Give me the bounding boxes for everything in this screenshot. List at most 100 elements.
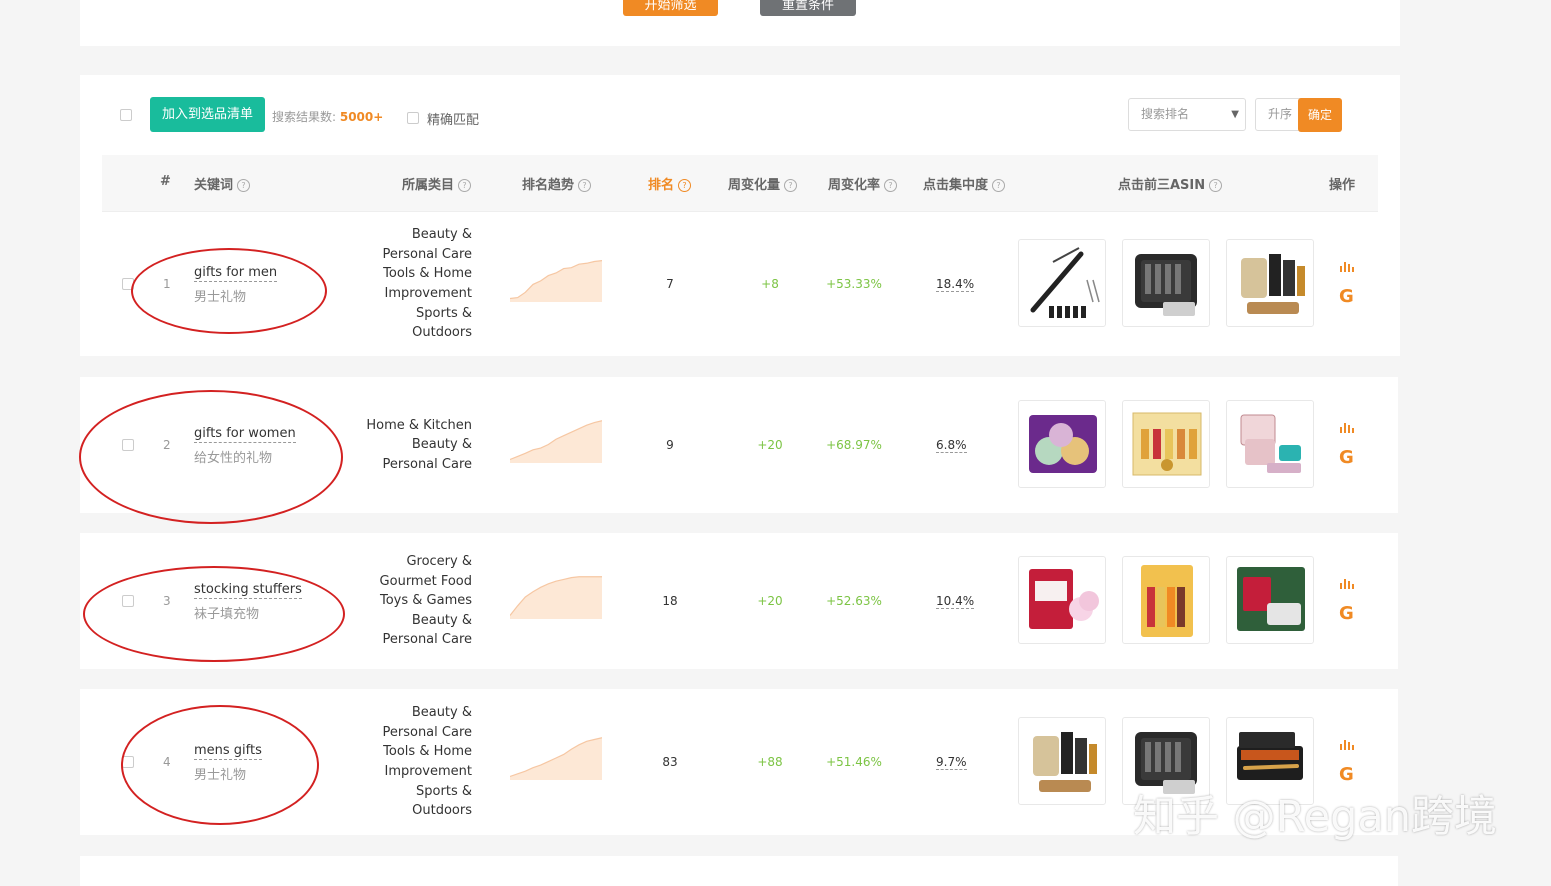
header-week-rate-label: 周变化率 — [828, 178, 881, 193]
asin-thumbnail[interactable] — [1018, 400, 1106, 488]
asin-thumbnail[interactable] — [1122, 239, 1210, 327]
header-num: # — [160, 174, 171, 189]
help-icon[interactable]: ? — [678, 179, 692, 192]
asin-thumbnail[interactable] — [1122, 400, 1210, 488]
sort-field-value: 搜索排名 — [1141, 107, 1190, 121]
google-search-icon[interactable]: G — [1339, 447, 1354, 468]
category-list: Home & Kitchen Beauty & Personal Care — [366, 416, 472, 475]
header-top3-asin-label: 点击前三ASIN — [1118, 178, 1206, 193]
help-icon[interactable]: ? — [458, 179, 472, 192]
category-line: Personal Care — [382, 632, 473, 648]
exact-match-label: 精确匹配 — [427, 113, 480, 128]
watermark: 知乎 @Regan跨境 — [1133, 792, 1497, 842]
bar-chart-icon[interactable] — [1339, 260, 1355, 272]
header-rank[interactable]: 排名? — [648, 174, 692, 193]
annotation-circle — [83, 566, 345, 662]
survival-kit-image — [1135, 254, 1197, 316]
category-line: Tools & Home — [383, 744, 472, 760]
rank-trend-sparkline — [510, 737, 602, 780]
start-filter-button[interactable]: 开始筛选 — [623, 0, 718, 16]
confirm-button[interactable]: 确定 — [1298, 98, 1342, 132]
asin-thumbnail[interactable] — [1226, 239, 1314, 327]
header-top3-asin[interactable]: 点击前三ASIN? — [1118, 174, 1223, 193]
beard-grooming-kit-image — [1241, 254, 1305, 314]
category-line: Sports & — [416, 783, 472, 799]
annotation-circle — [131, 248, 327, 334]
category-line: Outdoors — [412, 803, 472, 819]
header-week-change[interactable]: 周变化量? — [728, 174, 798, 193]
week-rate-value: +53.33% — [826, 277, 882, 291]
asin-thumbnail[interactable] — [1226, 556, 1314, 644]
rank-value: 18 — [662, 594, 678, 608]
beard-grooming-kit-image — [1033, 732, 1097, 792]
header-keyword[interactable]: 关键词? — [194, 174, 251, 193]
category-line: Grocery & — [406, 554, 472, 569]
annotation-circle — [121, 705, 319, 825]
next-row-partial — [80, 856, 1398, 886]
category-list: Grocery & Gourmet Food Toys & Games Beauty … — [380, 552, 472, 650]
header-rank-label: 排名 — [648, 178, 675, 193]
header-category[interactable]: 所属类目? — [402, 174, 472, 193]
sort-field-select[interactable]: 搜索排名 ▼ — [1128, 98, 1246, 131]
category-list: Beauty & Personal Care Tools & Home Improve… — [383, 703, 473, 821]
bath-bomb-gift-set-image — [1029, 415, 1097, 473]
asin-thumbnail[interactable] — [1018, 239, 1106, 327]
click-concentration-value[interactable]: 18.4% — [936, 277, 975, 292]
header-click-concentration-label: 点击集中度 — [923, 178, 989, 193]
asin-thumbnail[interactable] — [1226, 400, 1314, 488]
help-icon[interactable]: ? — [1209, 179, 1223, 192]
rank-value: 7 — [666, 277, 674, 291]
category-line: Gourmet Food — [379, 573, 472, 589]
rank-value: 9 — [666, 438, 674, 452]
google-search-icon[interactable]: G — [1339, 286, 1354, 307]
multi-tool-pen-image — [1030, 247, 1100, 318]
bar-chart-icon[interactable] — [1339, 421, 1355, 433]
annotation-circle — [79, 390, 343, 524]
select-all-checkbox[interactable] — [120, 109, 132, 121]
header-week-change-label: 周变化量 — [728, 178, 781, 193]
week-change-value: +88 — [757, 755, 783, 769]
burts-bees-gift-box-image — [1132, 412, 1202, 476]
click-concentration-value[interactable]: 10.4% — [936, 594, 975, 609]
help-icon[interactable]: ? — [578, 179, 592, 192]
category-line: Beauty & — [411, 612, 472, 628]
week-rate-value: +52.63% — [826, 594, 882, 608]
category-line: Personal Care — [382, 246, 473, 262]
cosmetic-organizer-image — [1240, 414, 1301, 473]
chevron-down-icon: ▼ — [1231, 109, 1239, 120]
bar-chart-icon[interactable] — [1339, 738, 1355, 750]
category-line: Outdoors — [412, 325, 472, 341]
exact-match-checkbox[interactable] — [407, 112, 419, 124]
week-rate-value: +51.46% — [826, 755, 882, 769]
week-change-value: +20 — [757, 438, 783, 452]
header-keyword-label: 关键词 — [194, 178, 234, 193]
result-count-value: 5000+ — [339, 110, 384, 124]
help-icon[interactable]: ? — [784, 179, 798, 192]
header-week-rate[interactable]: 周变化率? — [828, 174, 898, 193]
click-concentration-value[interactable]: 6.8% — [936, 438, 967, 453]
click-concentration-value[interactable]: 9.7% — [936, 755, 967, 770]
category-line: Beauty & — [411, 705, 472, 721]
trend-area — [510, 737, 602, 780]
asin-thumbnail[interactable] — [1018, 556, 1106, 644]
rank-value: 83 — [662, 755, 678, 769]
header-click-concentration[interactable]: 点击集中度? — [923, 174, 1006, 193]
add-to-list-button[interactable]: 加入到选品清单 — [150, 97, 265, 132]
week-rate-value: +68.97% — [826, 438, 882, 452]
help-icon[interactable]: ? — [884, 179, 898, 192]
asin-thumbnail[interactable] — [1018, 717, 1106, 805]
category-line: Home & Kitchen — [366, 417, 472, 433]
trend-area — [510, 420, 602, 463]
asin-thumbnail[interactable] — [1122, 556, 1210, 644]
google-search-icon[interactable]: G — [1339, 603, 1354, 624]
category-line: Sports & — [416, 305, 472, 321]
header-trend[interactable]: 排名趋势? — [522, 174, 592, 193]
reset-filter-button[interactable]: 重置条件 — [760, 0, 856, 16]
sort-order-value: 升序 — [1268, 107, 1293, 121]
bar-chart-icon[interactable] — [1339, 577, 1355, 589]
help-icon[interactable]: ? — [237, 179, 251, 192]
help-icon[interactable]: ? — [992, 179, 1006, 192]
header-category-label: 所属类目 — [402, 178, 455, 193]
header-trend-label: 排名趋势 — [522, 178, 575, 193]
category-line: Personal Care — [382, 456, 473, 472]
